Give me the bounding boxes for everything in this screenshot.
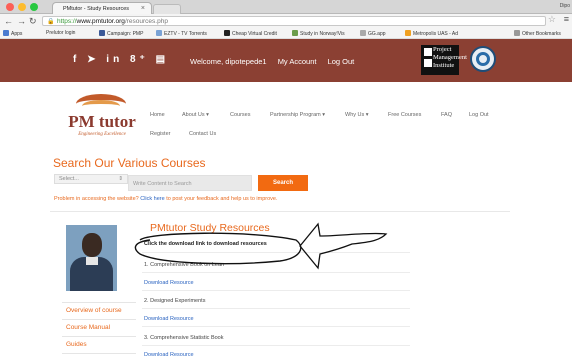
circle-scribble	[134, 232, 302, 265]
arrow-scribble	[299, 222, 388, 270]
hand-drawn-annotation	[134, 222, 388, 270]
